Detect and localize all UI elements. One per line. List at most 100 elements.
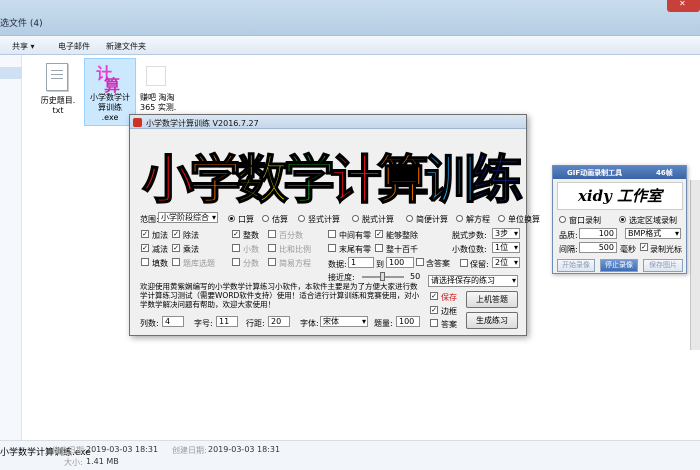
fill-checkbox[interactable] bbox=[141, 258, 149, 266]
banner-char: 学 bbox=[282, 149, 336, 212]
gif-recorder-window: GIF动画录制工具 46帧 xidy 工作室 窗口录制 选定区域录制 品质: 1… bbox=[552, 165, 687, 274]
range-select[interactable]: 小学阶段综合 bbox=[158, 212, 218, 223]
answer-checkbox[interactable] bbox=[430, 319, 438, 327]
app-banner: 小学数学计算训练 bbox=[138, 133, 524, 212]
save-checkbox[interactable] bbox=[430, 292, 438, 300]
saved-practice-select[interactable]: 请选择保存的练习 bbox=[428, 275, 518, 287]
file-icon[interactable] bbox=[146, 66, 166, 86]
file-name-line: 赚吧 淘淘 bbox=[140, 93, 175, 102]
window-record-radio[interactable] bbox=[559, 216, 566, 223]
mul-label: 乘法 bbox=[183, 245, 199, 254]
gif-logo: xidy 工作室 bbox=[557, 182, 683, 210]
range-to-input[interactable]: 100 bbox=[386, 257, 414, 268]
decimals-select[interactable]: 1位 bbox=[492, 242, 520, 253]
region-record-radio[interactable] bbox=[619, 216, 626, 223]
divisible-checkbox[interactable] bbox=[375, 230, 383, 238]
file-item-third[interactable]: 赚吧 淘淘 365 实测. bbox=[140, 93, 180, 113]
columns-input[interactable]: 4 bbox=[162, 316, 184, 327]
count-input[interactable]: 100 bbox=[396, 316, 420, 327]
record-cursor-checkbox[interactable] bbox=[640, 243, 648, 251]
data-range-label: 数据: bbox=[328, 260, 347, 269]
save-image-button[interactable]: 保存图片 bbox=[643, 259, 683, 272]
fontsize-input[interactable]: 11 bbox=[216, 316, 238, 327]
mode-radio[interactable] bbox=[298, 215, 305, 222]
status-created-label: 创建日期: bbox=[172, 446, 207, 455]
count-label: 题量: bbox=[374, 319, 393, 328]
save-label: 保存 bbox=[441, 293, 457, 302]
generate-practice-button[interactable]: 生成练习 bbox=[466, 312, 518, 329]
status-size-label: 大小: bbox=[64, 458, 83, 467]
close-window-button[interactable] bbox=[667, 0, 700, 12]
sub-label: 减法 bbox=[152, 245, 168, 254]
file-name-line: 365 实测. bbox=[140, 103, 177, 112]
stop-record-button[interactable]: 停止录像 bbox=[600, 259, 638, 272]
mode-label: 简便计算 bbox=[416, 215, 448, 224]
div-checkbox[interactable] bbox=[172, 230, 180, 238]
share-menu[interactable]: 共享 ▾ bbox=[12, 41, 35, 52]
steps-select[interactable]: 3步 bbox=[492, 228, 520, 239]
app-title: 小学数学计算训练 V2016.7.27 bbox=[146, 119, 259, 128]
whole-ten-checkbox[interactable] bbox=[375, 244, 383, 252]
font-label: 字体: bbox=[300, 319, 319, 328]
banner-char: 练 bbox=[470, 149, 524, 212]
mode-radio[interactable] bbox=[498, 215, 505, 222]
range-from-input[interactable]: 1 bbox=[348, 257, 374, 268]
start-record-button[interactable]: 开始录像 bbox=[557, 259, 595, 272]
intro-text: 欢迎使用黄紫娴编写的小学数学计算练习小软件，本软件主要是为了方便大家进行数学计算… bbox=[140, 282, 420, 309]
status-modified-label: 修改日期: bbox=[52, 446, 87, 455]
mode-radio[interactable] bbox=[262, 215, 269, 222]
file-name-line: 历史题目. bbox=[40, 96, 76, 105]
mode-radio[interactable] bbox=[228, 215, 235, 222]
ratio-label: 比和比例 bbox=[279, 245, 311, 254]
sub-checkbox[interactable] bbox=[141, 244, 149, 252]
file-name-line: 算训练 bbox=[98, 103, 122, 112]
calculator-app-icon[interactable]: 计 算 bbox=[94, 62, 124, 95]
with-answer-checkbox[interactable] bbox=[416, 258, 424, 266]
quality-label: 品质: bbox=[559, 231, 578, 240]
keep-label: 保留: bbox=[470, 260, 489, 269]
steps-label: 脱式步数: bbox=[452, 231, 487, 240]
mul-checkbox[interactable] bbox=[172, 244, 180, 252]
fraction-checkbox[interactable] bbox=[232, 258, 240, 266]
file-item-history[interactable]: 历史题目. txt bbox=[34, 96, 82, 116]
navigation-pane[interactable] bbox=[0, 55, 22, 440]
fontsize-label: 字号: bbox=[194, 319, 213, 328]
question-bank-checkbox[interactable] bbox=[172, 258, 180, 266]
end-zero-label: 末尾有零 bbox=[339, 245, 371, 254]
ms-label: 毫秒 bbox=[620, 245, 636, 254]
integer-label: 整数 bbox=[243, 231, 259, 240]
percent-checkbox[interactable] bbox=[268, 230, 276, 238]
middle-zero-label: 中间有零 bbox=[339, 231, 371, 240]
mode-radio[interactable] bbox=[456, 215, 463, 222]
end-zero-checkbox[interactable] bbox=[328, 244, 336, 252]
window-record-label: 窗口录制 bbox=[569, 216, 601, 225]
interval-input[interactable]: 500 bbox=[579, 242, 617, 253]
rowgap-input[interactable]: 20 bbox=[268, 316, 290, 327]
border-checkbox[interactable] bbox=[430, 306, 438, 314]
banner-char: 计 bbox=[329, 149, 383, 212]
explorer-titlebar bbox=[0, 0, 700, 36]
keep-checkbox[interactable] bbox=[460, 259, 468, 267]
add-label: 加法 bbox=[152, 231, 168, 240]
integer-checkbox[interactable] bbox=[232, 230, 240, 238]
email-button[interactable]: 电子邮件 bbox=[58, 41, 90, 52]
keep-select[interactable]: 2位 bbox=[492, 257, 520, 268]
mode-radio[interactable] bbox=[352, 215, 359, 222]
format-select[interactable]: BMP格式 bbox=[625, 228, 681, 239]
mode-radio[interactable] bbox=[406, 215, 413, 222]
quality-input[interactable]: 100 bbox=[579, 228, 617, 239]
ratio-checkbox[interactable] bbox=[268, 244, 276, 252]
explorer-toolbar bbox=[0, 36, 700, 55]
app-icon bbox=[133, 118, 142, 127]
add-checkbox[interactable] bbox=[141, 230, 149, 238]
decimal-checkbox[interactable] bbox=[232, 244, 240, 252]
closeness-slider-thumb[interactable] bbox=[380, 272, 385, 281]
div-label: 除法 bbox=[183, 231, 199, 240]
online-answer-button[interactable]: 上机答题 bbox=[466, 291, 518, 308]
middle-zero-checkbox[interactable] bbox=[328, 230, 336, 238]
new-folder-button[interactable]: 新建文件夹 bbox=[106, 41, 146, 52]
gif-title: GIF动画录制工具 bbox=[567, 169, 623, 177]
font-select[interactable]: 宋体 bbox=[320, 316, 368, 327]
simple-equation-checkbox[interactable] bbox=[268, 258, 276, 266]
text-file-icon[interactable] bbox=[46, 63, 68, 91]
